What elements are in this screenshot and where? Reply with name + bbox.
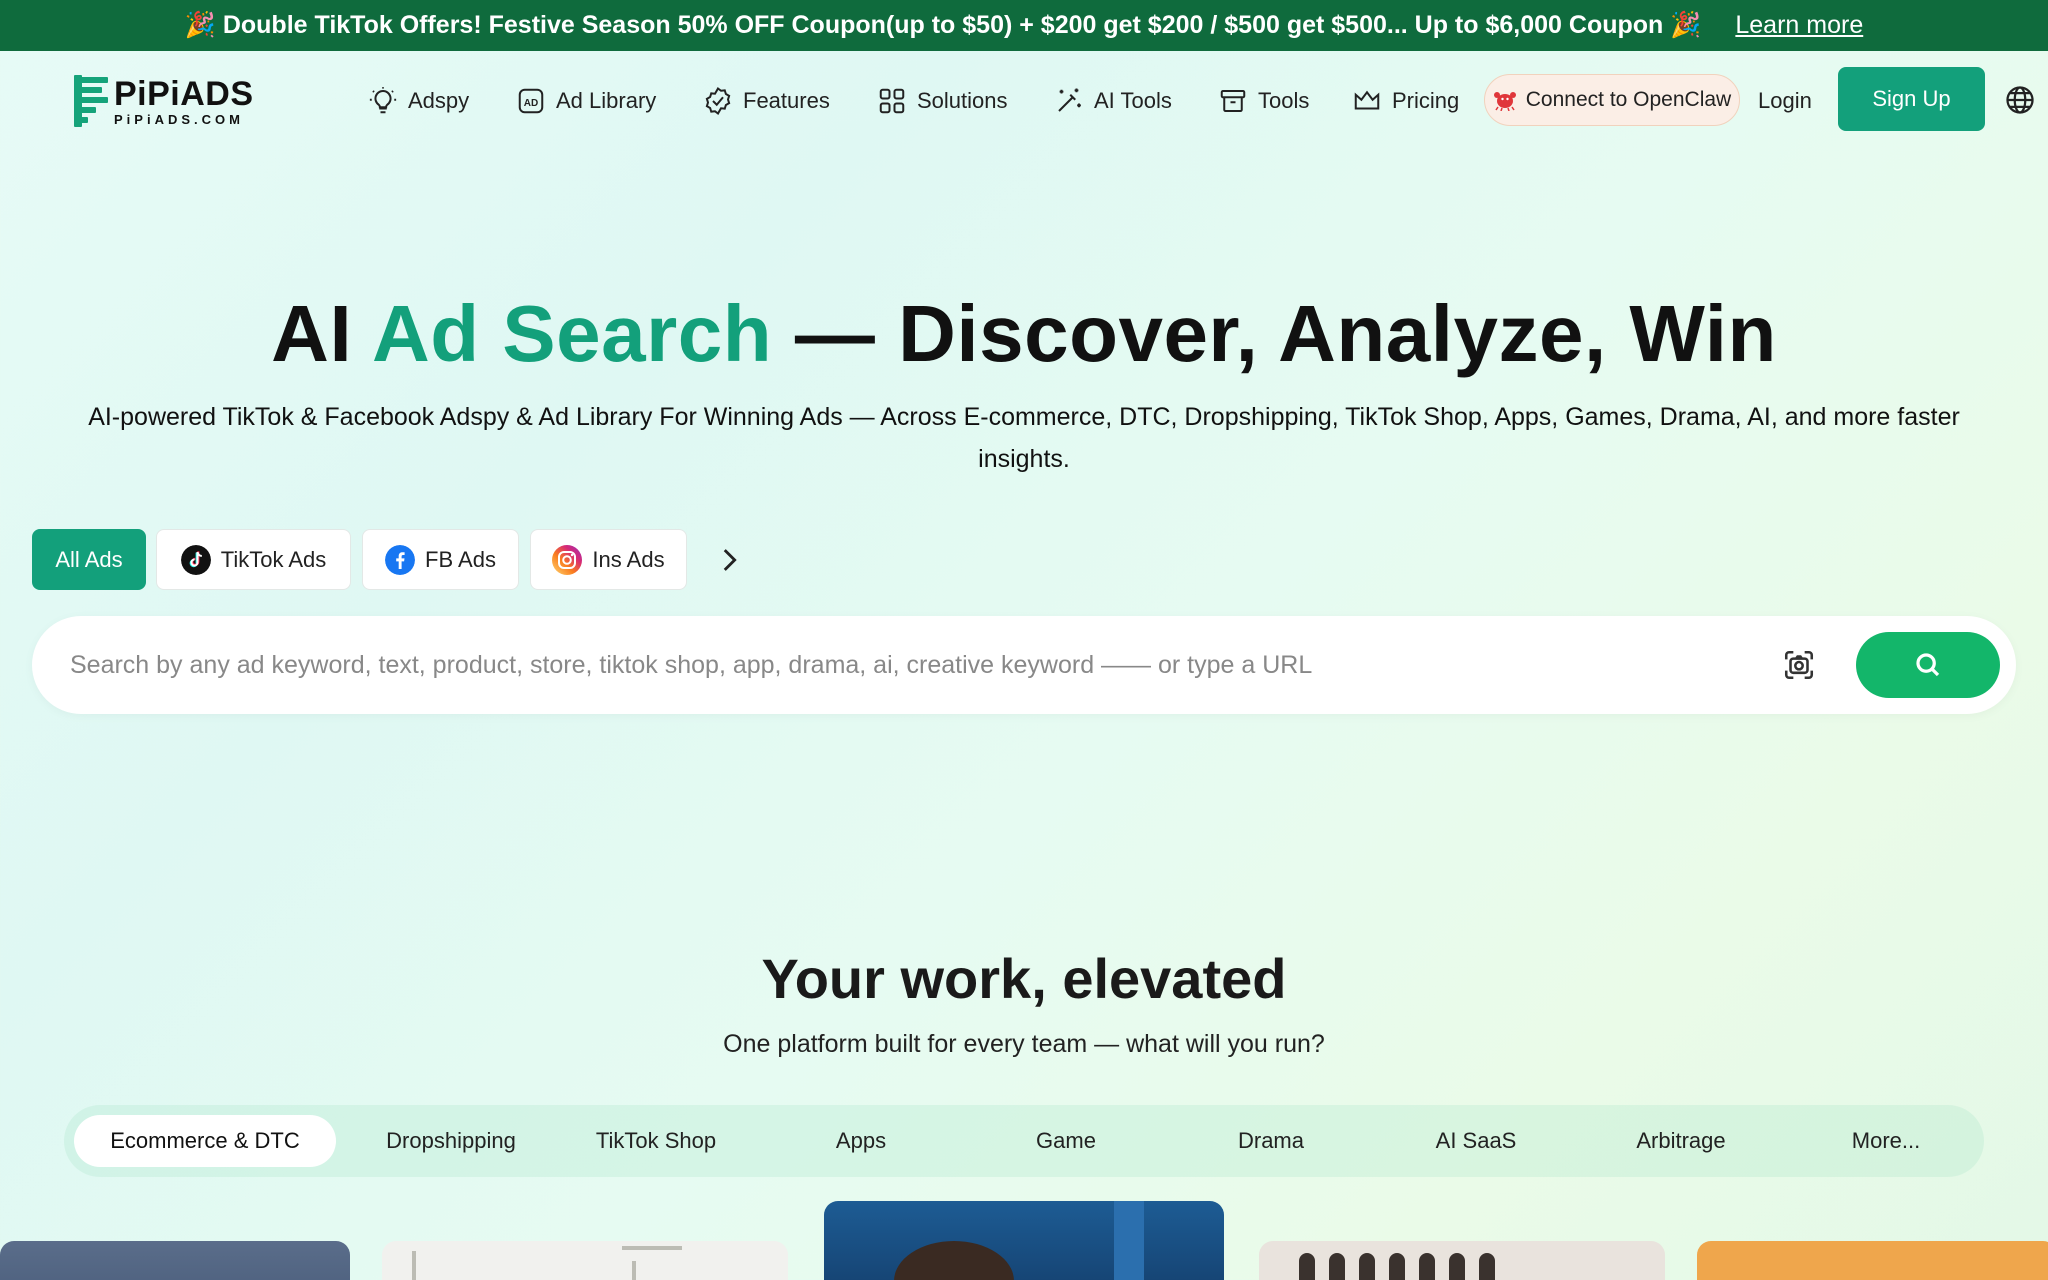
promo-banner: 🎉 Double TikTok Offers! Festive Season 5…: [0, 0, 2048, 51]
nav-solutions-label: Solutions: [917, 88, 1008, 113]
tab-ecommerce-dtc[interactable]: Ecommerce & DTC: [74, 1115, 336, 1167]
camera-icon[interactable]: [1782, 648, 1816, 682]
section-title: Your work, elevated: [761, 947, 1287, 1010]
chip-all-ads-label: All Ads: [55, 546, 123, 572]
nav-ai-tools-label: AI Tools: [1094, 88, 1172, 113]
tab-arbitrage[interactable]: Arbitrage: [1594, 1115, 1768, 1167]
tab-tiktok-shop[interactable]: TikTok Shop: [569, 1115, 743, 1167]
grid-icon: [879, 88, 905, 114]
search-button[interactable]: [1856, 632, 2000, 698]
tab-game[interactable]: Game: [979, 1115, 1153, 1167]
chip-ins-ads[interactable]: Ins Ads: [530, 529, 687, 590]
promo-text: 🎉 Double TikTok Offers! Festive Season 5…: [184, 11, 1702, 39]
nav-tools-label: Tools: [1258, 88, 1310, 113]
login-link[interactable]: Login: [1758, 81, 1812, 121]
site-header: PiPiADS PiPiADS.COM Adspy AD Ad Library …: [0, 51, 2048, 149]
industry-tabs: Ecommerce & DTC Dropshipping TikTok Shop…: [64, 1105, 1984, 1177]
nav-adspy-label: Adspy: [408, 88, 470, 113]
chip-fb-ads[interactable]: FB Ads: [362, 529, 519, 590]
archive-box-icon: [1220, 90, 1246, 112]
connect-openclaw-button[interactable]: Connect to OpenClaw: [1484, 74, 1740, 126]
search-icon: [1916, 653, 1940, 677]
main-nav: Adspy AD Ad Library Features Solutions A…: [0, 51, 2048, 149]
magic-wand-icon: [1058, 88, 1081, 112]
section-subtitle: One platform built for every team — what…: [723, 1030, 1325, 1058]
chevron-right-icon[interactable]: [712, 543, 746, 577]
chip-all-ads[interactable]: All Ads: [32, 529, 146, 590]
lightbulb-icon: [369, 87, 397, 114]
nav-adspy[interactable]: Adspy: [368, 81, 469, 121]
hero-title: AI Ad Search — Discover, Analyze, Win: [0, 288, 2048, 380]
showcase-card[interactable]: [1259, 1241, 1665, 1280]
globe-icon[interactable]: [2005, 85, 2035, 115]
chip-fb-ads-label: FB Ads: [425, 546, 496, 572]
crab-icon: [1493, 92, 1516, 111]
showcase-card[interactable]: [1697, 1241, 2048, 1280]
nav-ai-tools[interactable]: AI Tools: [1054, 81, 1172, 121]
tab-more[interactable]: More...: [1799, 1115, 1973, 1167]
ad-search-bar: [32, 616, 2016, 714]
chip-tiktok-ads[interactable]: TikTok Ads: [156, 529, 351, 590]
svg-text:AD: AD: [524, 98, 538, 109]
hero-title-post: — Discover, Analyze, Win: [772, 289, 1777, 378]
tab-dropshipping[interactable]: Dropshipping: [364, 1115, 538, 1167]
instagram-icon: [552, 544, 583, 575]
nav-features-label: Features: [743, 88, 830, 113]
learn-more-link[interactable]: Learn more: [1735, 11, 1863, 40]
nav-pricing[interactable]: Pricing: [1352, 81, 1459, 121]
openclaw-label: Connect to OpenClaw: [1525, 88, 1732, 111]
hero-subtitle: AI-powered TikTok & Facebook Adspy & Ad …: [88, 403, 1960, 473]
tab-apps[interactable]: Apps: [774, 1115, 948, 1167]
search-input[interactable]: [70, 640, 1770, 690]
showcase-card-featured[interactable]: [824, 1201, 1224, 1280]
ad-badge-icon: AD: [518, 88, 544, 114]
hero-title-pre: AI: [271, 289, 372, 378]
nav-pricing-label: Pricing: [1392, 88, 1460, 113]
tab-ai-saas[interactable]: AI SaaS: [1389, 1115, 1563, 1167]
nav-ad-library-label: Ad Library: [556, 88, 657, 113]
hero-title-accent: Ad Search: [371, 289, 773, 378]
showcase-card[interactable]: [382, 1241, 788, 1280]
tiktok-icon: [180, 544, 211, 575]
facebook-icon: [385, 544, 416, 575]
nav-ad-library[interactable]: AD Ad Library: [516, 81, 656, 121]
nav-solutions[interactable]: Solutions: [877, 81, 1008, 121]
showcase-card[interactable]: [0, 1241, 350, 1280]
chip-tiktok-ads-label: TikTok Ads: [220, 546, 327, 572]
nav-tools[interactable]: Tools: [1218, 81, 1309, 121]
crown-icon: [1354, 90, 1380, 110]
tab-drama[interactable]: Drama: [1184, 1115, 1358, 1167]
signup-button[interactable]: Sign Up: [1838, 67, 1985, 131]
badge-check-icon: [705, 87, 731, 115]
nav-features[interactable]: Features: [703, 81, 830, 121]
chip-ins-ads-label: Ins Ads: [592, 546, 665, 572]
